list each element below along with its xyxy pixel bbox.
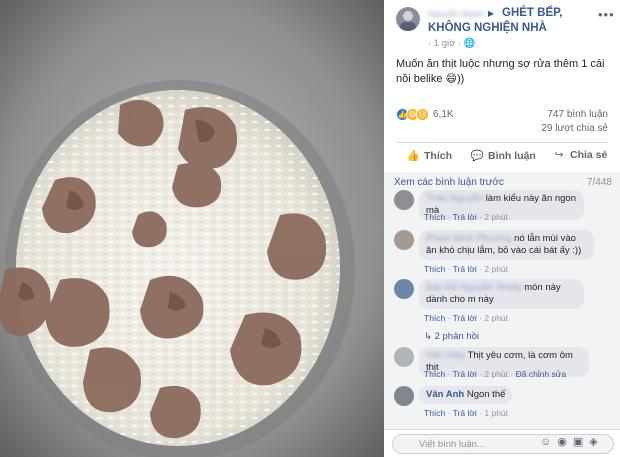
- camera-icon[interactable]: ◉: [557, 436, 573, 448]
- comment-input-icons: ☺◉▣◈: [540, 435, 604, 448]
- comment-button[interactable]: 💬 Bình luận: [470, 149, 535, 162]
- comment-reply-link[interactable]: Trả lời: [453, 369, 477, 379]
- comment-reply-link[interactable]: Trả lời: [453, 408, 477, 418]
- share-button[interactable]: ↪ Chia sẻ: [552, 149, 608, 161]
- comment-time[interactable]: 2 phút: [484, 313, 508, 323]
- comment-meta: Thích · Trả lời · 2 phút: [424, 313, 509, 323]
- comment-like-link[interactable]: Thích: [424, 212, 445, 222]
- comment-time[interactable]: 2 phút: [484, 369, 508, 379]
- commenter-avatar[interactable]: [394, 230, 414, 250]
- comments-pager-count: 7/448: [586, 177, 612, 188]
- emoji-icon[interactable]: ☺: [540, 436, 557, 448]
- comment-reply-link[interactable]: Trả lời: [453, 313, 477, 323]
- like-button[interactable]: 👍 Thích: [406, 149, 452, 162]
- comment-like-link[interactable]: Thích: [424, 313, 445, 323]
- comment-meta: Thích · Trả lời · 2 phút: [424, 264, 509, 274]
- comment-input-placeholder[interactable]: Viết bình luận...: [419, 439, 485, 450]
- post-time[interactable]: · 1 giờ · 🌐: [428, 38, 476, 49]
- comment-like-link[interactable]: Thích: [424, 264, 445, 274]
- post-panel: Nguyễn Mạnh Tùng ▸ GHÉT BẾP, KHÔNG NGHIỆ…: [384, 0, 620, 457]
- comment-time[interactable]: 2 phút: [484, 212, 508, 222]
- comments-section: Xem các bình luận trước 7/448 Thảo Nguyễ…: [384, 172, 620, 457]
- commenter-avatar[interactable]: [394, 190, 414, 210]
- group-name[interactable]: GHÉT BẾP, KHÔNG NGHIỆN NHÀ: [428, 6, 598, 36]
- comment-meta: Thích · Trả lời · 2 phút: [424, 212, 509, 222]
- comment-reply-link[interactable]: Trả lời: [453, 264, 477, 274]
- commenter-name[interactable]: Thảo Nguyễn: [426, 193, 483, 205]
- commenter-name[interactable]: Bảo Đỗ Nguyễn Shelly: [426, 282, 522, 294]
- comment-like-link[interactable]: Thích: [424, 408, 445, 418]
- commenter-name[interactable]: Phạm Minh Phương: [426, 233, 511, 245]
- post-header: Nguyễn Mạnh Tùng ▸ GHÉT BẾP, KHÔNG NGHIỆ…: [384, 0, 620, 50]
- commenter-avatar[interactable]: [394, 386, 414, 406]
- gif-icon[interactable]: ▣: [573, 436, 589, 448]
- commenter-avatar[interactable]: [394, 279, 414, 299]
- sticker-icon[interactable]: ◈: [589, 436, 603, 448]
- more-options-icon[interactable]: •••: [598, 7, 615, 22]
- post-photo[interactable]: [0, 0, 384, 457]
- comment-bubble: Bảo Đỗ Nguyễn Shelly món này dành cho m …: [419, 279, 584, 309]
- comment-edited-label[interactable]: Đã chỉnh sửa: [516, 369, 567, 379]
- photo-viewer[interactable]: [0, 0, 384, 457]
- comment-time[interactable]: 2 phút: [484, 264, 508, 274]
- post-stats: 👍 😆 😢 6,1K 747 bình luận 29 lượt chia sẻ: [396, 108, 608, 138]
- share-icon: ↪: [554, 149, 564, 161]
- comment-like-link[interactable]: Thích: [424, 369, 445, 379]
- sad-reaction-icon: 😢: [416, 108, 429, 121]
- commenter-avatar[interactable]: [394, 347, 414, 367]
- comment-bubble: Vân Anh Ngon thế: [419, 386, 513, 404]
- comment-time[interactable]: 1 phút: [484, 408, 508, 418]
- comment-text: Ngon thế: [466, 389, 506, 400]
- view-previous-comments-link[interactable]: Xem các bình luận trước: [394, 177, 504, 188]
- shares-count[interactable]: 29 lượt chia sẻ: [541, 123, 608, 134]
- comment-icon: 💬: [470, 150, 484, 162]
- comments-count[interactable]: 747 bình luận: [547, 109, 608, 120]
- thumbs-up-icon: 👍: [406, 150, 420, 162]
- reactions-count[interactable]: 6,1K: [433, 109, 454, 120]
- comment-meta: Thích · Trả lời · 2 phút · Đã chỉnh sửa: [424, 369, 567, 379]
- post-actions: 👍 Thích 💬 Bình luận ↪ Chia sẻ: [396, 146, 608, 168]
- comment-reply-link[interactable]: Trả lời: [453, 212, 477, 222]
- commenter-name[interactable]: Vân Hiệp: [426, 350, 465, 362]
- comment-bubble: Phạm Minh Phương nó lẫn mùi vào ăn khó c…: [419, 230, 594, 260]
- post-text: Muốn ăn thịt luộc nhưng sợ rửa thêm 1 cá…: [396, 58, 605, 85]
- author-avatar[interactable]: [396, 7, 420, 31]
- view-replies-link[interactable]: ↳ 2 phản hồi: [424, 331, 479, 342]
- comment-meta: Thích · Trả lời · 1 phút: [424, 408, 509, 418]
- divider: [396, 142, 608, 143]
- commenter-name[interactable]: Vân Anh: [426, 389, 464, 400]
- audience-globe-icon: 🌐: [463, 38, 476, 49]
